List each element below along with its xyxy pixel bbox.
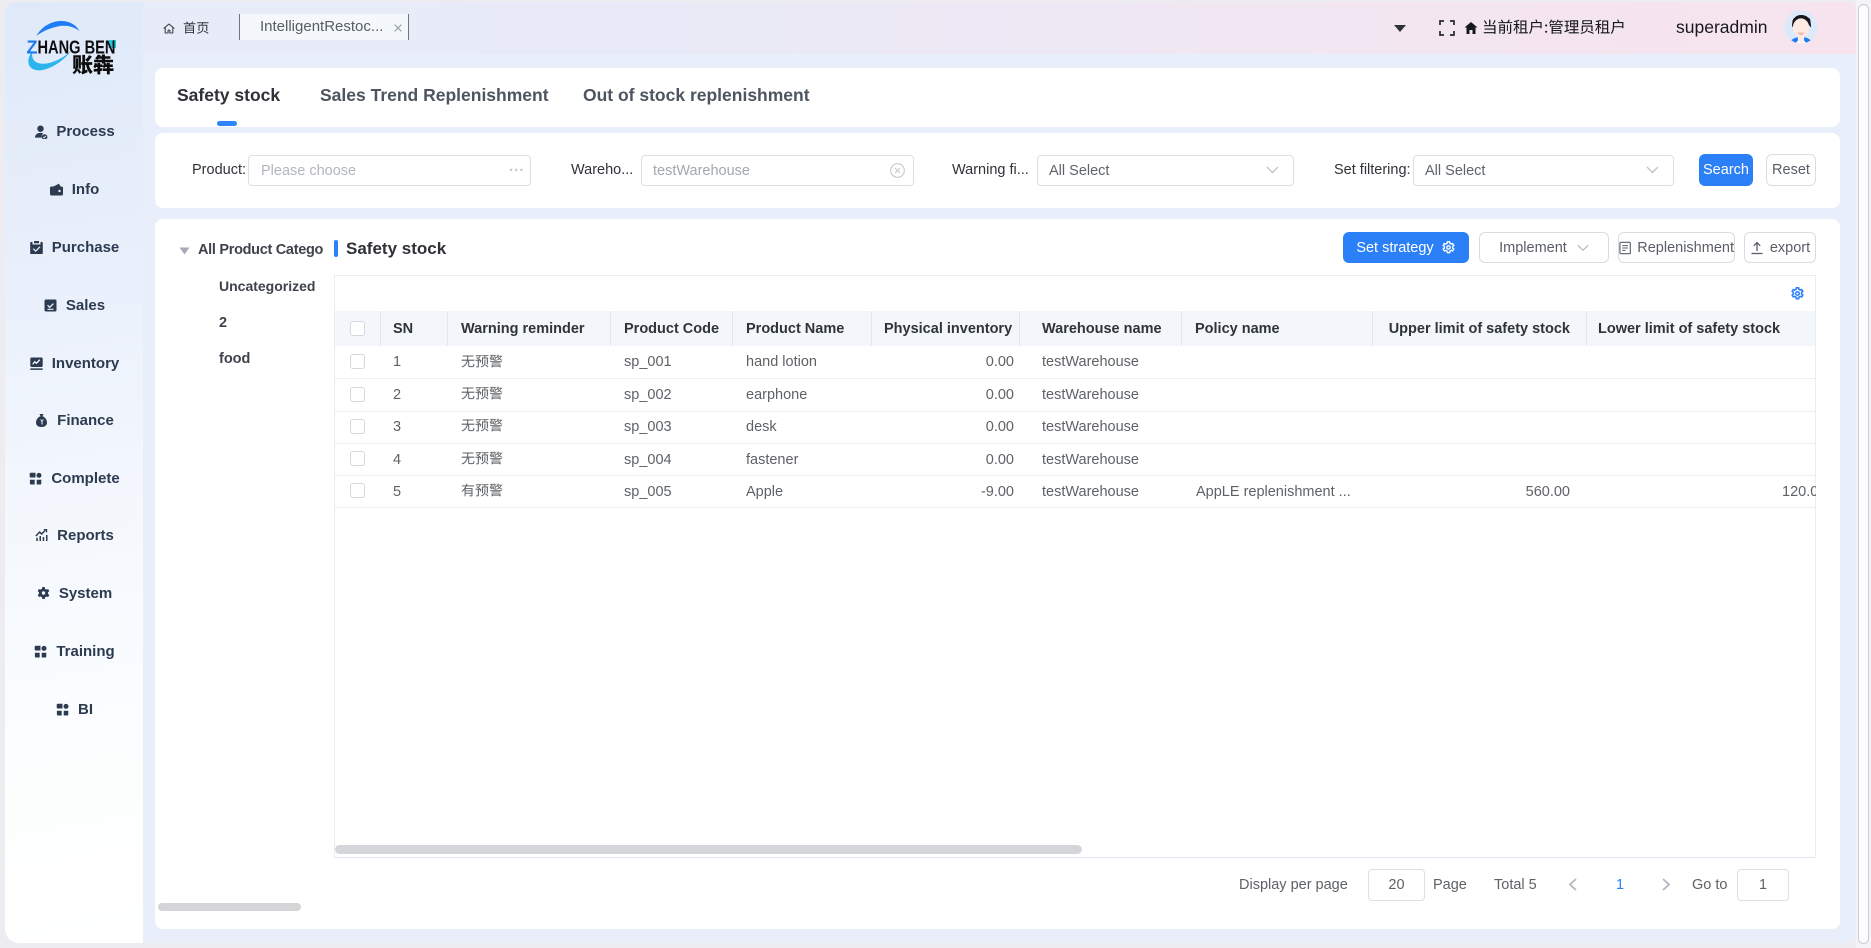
svg-text:Z: Z	[27, 38, 38, 58]
